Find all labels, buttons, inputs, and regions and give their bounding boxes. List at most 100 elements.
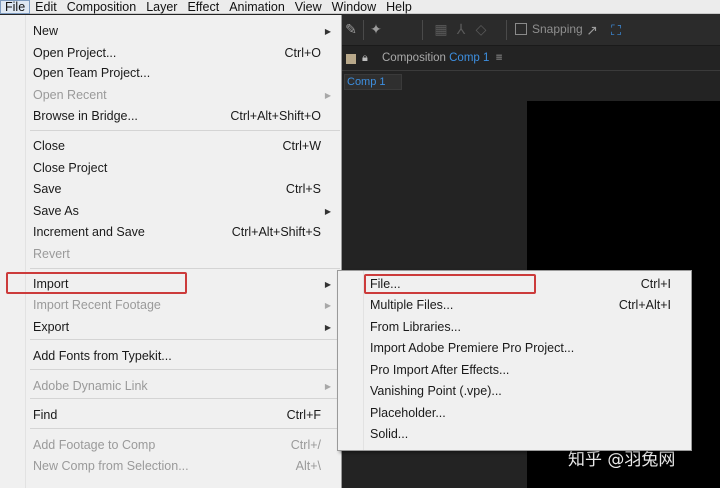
import-submenu: File... Ctrl+I Multiple Files... Ctrl+Alt+I… (337, 270, 692, 451)
file-menu-item-import[interactable]: Import ▶ (0, 274, 341, 294)
file-menu-item-new[interactable]: New ▶ (0, 21, 341, 41)
menu-item-shortcut: Alt+\ (295, 459, 321, 473)
file-menu-item-new-comp-from-selection: New Comp from Selection... Alt+\ (0, 456, 341, 476)
menu-item-label: File... (370, 276, 401, 291)
snap-option-icon[interactable]: ↗ (583, 22, 601, 40)
menu-separator (30, 130, 340, 131)
lock-icon[interactable]: 🔒︎ (362, 51, 368, 65)
file-menu-item-import-recent-footage: Import Recent Footage ▶ (0, 295, 341, 315)
toolbar-divider (506, 20, 507, 40)
composition-panel-title[interactable]: Composition Comp 1 ≡ (382, 52, 503, 64)
menu-item-label: Placeholder... (370, 405, 446, 420)
menu-item-shortcut: Ctrl+Alt+Shift+S (231, 225, 321, 239)
comp-tab[interactable]: Comp 1 (344, 74, 402, 90)
hamburger-icon[interactable]: ≡ (493, 52, 503, 64)
menu-item-label: Import Recent Footage (33, 298, 161, 312)
menu-item-shortcut: Ctrl+Alt+I (618, 297, 671, 312)
menu-item-label: Add Footage to Comp (33, 438, 156, 452)
toolbar-divider (363, 20, 364, 40)
menu-layer[interactable]: Layer (141, 0, 182, 14)
import-item-import-adobe-premiere-pro-project[interactable]: Import Adobe Premiere Pro Project... (338, 337, 691, 358)
menu-item-label: Add Fonts from Typekit... (33, 349, 172, 363)
file-menu-item-add-footage-to-comp: Add Footage to Comp Ctrl+/ (0, 435, 341, 455)
menu-item-label: Export (33, 320, 70, 334)
menu-file[interactable]: File (0, 0, 31, 14)
panel-prefix: Composition (382, 52, 446, 64)
import-item-placeholder[interactable]: Placeholder... (338, 402, 691, 423)
file-menu-item-close[interactable]: Close Ctrl+W (0, 136, 341, 156)
submenu-arrow-icon: ▶ (324, 279, 331, 289)
menu-item-shortcut: Ctrl+S (285, 182, 321, 196)
menu-item-label: New Comp from Selection... (33, 459, 189, 473)
menu-separator (30, 428, 340, 429)
submenu-arrow-icon: ▶ (324, 90, 331, 100)
menu-help[interactable]: Help (381, 0, 417, 14)
panel-color-swatch (346, 54, 356, 64)
file-menu-item-save-as[interactable]: Save As ▶ (0, 201, 341, 221)
submenu-arrow-icon: ▶ (324, 381, 331, 391)
submenu-arrow-icon: ▶ (324, 206, 331, 216)
file-menu-item-save[interactable]: Save Ctrl+S (0, 179, 341, 199)
menu-animation[interactable]: Animation (224, 0, 290, 14)
menu-edit[interactable]: Edit (30, 0, 62, 14)
brush-tool-icon[interactable]: ▦ (432, 21, 450, 39)
menu-item-shortcut: Ctrl+W (282, 139, 321, 153)
import-item-multiple-files[interactable]: Multiple Files... Ctrl+Alt+I (338, 294, 691, 315)
comp-name: Comp 1 (449, 52, 490, 64)
menu-item-label: Import (33, 277, 69, 291)
file-menu: New ▶ Open Project... Ctrl+O Open Team Proje… (0, 15, 342, 488)
menu-view[interactable]: View (290, 0, 327, 14)
file-menu-item-export[interactable]: Export ▶ (0, 317, 341, 337)
snapping-label: Snapping (532, 22, 583, 36)
menu-window[interactable]: Window (327, 0, 381, 14)
menu-item-label: Browse in Bridge... (33, 109, 138, 123)
file-menu-item-add-fonts-from-typekit[interactable]: Add Fonts from Typekit... (0, 346, 341, 366)
import-item-vanishing-point-vpe[interactable]: Vanishing Point (.vpe)... (338, 380, 691, 401)
file-menu-item-browse-in-bridge[interactable]: Browse in Bridge... Ctrl+Alt+Shift+O (0, 106, 341, 126)
menu-item-label: Close Project (33, 161, 108, 175)
menu-item-label: Find (33, 408, 58, 422)
submenu-arrow-icon: ▶ (324, 322, 331, 332)
submenu-arrow-icon: ▶ (324, 26, 331, 36)
menu-separator (30, 369, 340, 370)
import-item-pro-import-after-effects[interactable]: Pro Import After Effects... (338, 359, 691, 380)
file-menu-item-adobe-dynamic-link: Adobe Dynamic Link ▶ (0, 376, 341, 396)
menu-item-label: Revert (33, 247, 70, 261)
import-item-from-libraries[interactable]: From Libraries... (338, 316, 691, 337)
file-menu-item-close-project[interactable]: Close Project (0, 158, 341, 178)
menu-item-label: Open Project... (33, 46, 117, 60)
menu-item-label: Save (33, 182, 62, 196)
menu-item-shortcut: Ctrl+F (286, 408, 321, 422)
import-item-solid[interactable]: Solid... (338, 423, 691, 444)
file-menu-item-find[interactable]: Find Ctrl+F (0, 405, 341, 425)
menu-effect[interactable]: Effect (182, 0, 224, 14)
snap-grid-icon[interactable]: ⛶ (607, 22, 625, 40)
pen-tool-icon[interactable]: ✎ (342, 21, 360, 39)
menu-item-shortcut: Ctrl+O (284, 46, 321, 60)
snapping-toggle[interactable]: Snapping (515, 22, 583, 36)
menu-item-label: Import Adobe Premiere Pro Project... (370, 340, 575, 355)
toolbar-divider (422, 20, 423, 40)
menu-item-label: Increment and Save (33, 225, 145, 239)
menu-item-shortcut: Ctrl+I (640, 276, 671, 291)
import-item-file[interactable]: File... Ctrl+I (338, 273, 691, 294)
menu-item-shortcut: Ctrl+/ (290, 438, 321, 452)
menu-item-label: New (33, 24, 59, 38)
submenu-arrow-icon: ▶ (324, 300, 331, 310)
menu-composition[interactable]: Composition (62, 0, 141, 14)
file-menu-item-open-recent: Open Recent ▶ (0, 85, 341, 105)
menu-item-label: Pro Import After Effects... (370, 362, 510, 377)
menu-bar: File Edit Composition Layer Effect Anima… (0, 0, 720, 14)
file-menu-item-open-team-project[interactable]: Open Team Project... (0, 63, 341, 83)
clone-tool-icon[interactable]: ⅄ (452, 21, 470, 39)
menu-item-label: Vanishing Point (.vpe)... (370, 383, 502, 398)
menu-item-label: Adobe Dynamic Link (33, 379, 148, 393)
file-menu-item-increment-and-save[interactable]: Increment and Save Ctrl+Alt+Shift+S (0, 222, 341, 242)
snapping-checkbox[interactable] (515, 23, 527, 35)
menu-separator (30, 398, 340, 399)
file-menu-item-open-project[interactable]: Open Project... Ctrl+O (0, 43, 341, 63)
pin-tool-icon[interactable]: ✦ (367, 21, 385, 39)
menu-item-label: Open Recent (33, 88, 107, 102)
eraser-tool-icon[interactable]: ◇ (472, 21, 490, 39)
menu-item-label: Close (33, 139, 65, 153)
